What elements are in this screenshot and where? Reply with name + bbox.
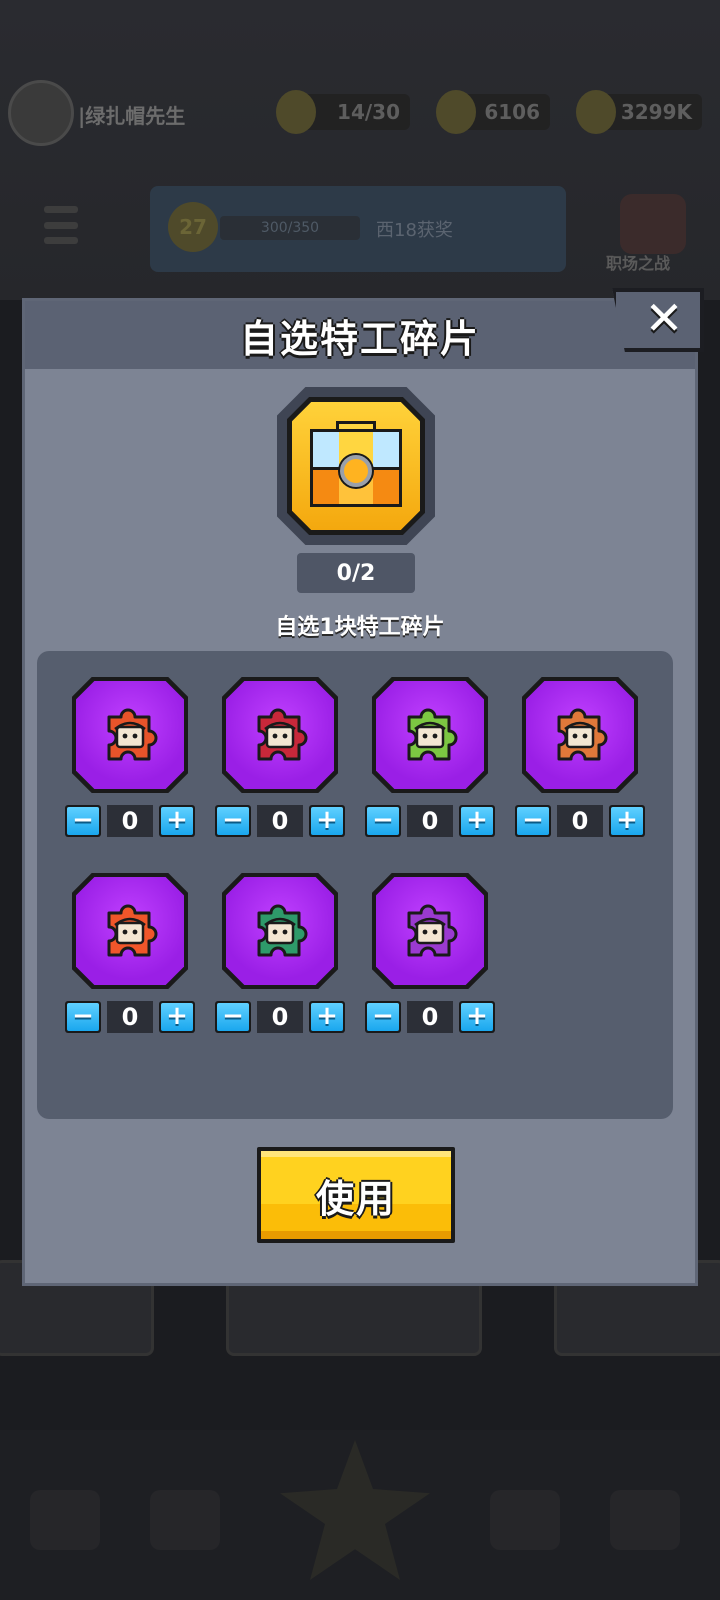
energy-icon: [276, 90, 316, 134]
quantity-stepper: − 0 +: [365, 805, 495, 837]
xp-bar: 300/350: [220, 216, 360, 240]
decrement-button[interactable]: −: [515, 805, 551, 837]
increment-button[interactable]: +: [159, 1001, 195, 1033]
quantity-value: 0: [257, 1001, 303, 1033]
dialog-header: 自选特工碎片: [25, 301, 695, 369]
close-button[interactable]: ✕: [612, 288, 704, 352]
quantity-value: 0: [407, 1001, 453, 1033]
coin-icon: [576, 90, 616, 134]
minus-icon: −: [367, 807, 399, 835]
close-icon: ✕: [644, 291, 684, 345]
quantity-value: 0: [257, 805, 303, 837]
menu-icon: [44, 206, 78, 244]
selection-progress: 0/2: [297, 553, 415, 593]
decrement-button[interactable]: −: [365, 805, 401, 837]
decrement-button[interactable]: −: [65, 805, 101, 837]
decrement-button[interactable]: −: [365, 1001, 401, 1033]
plus-icon: +: [311, 1003, 343, 1031]
quantity-stepper: − 0 +: [65, 805, 195, 837]
quantity-value: 0: [107, 1001, 153, 1033]
plus-icon: +: [161, 807, 193, 835]
energy-counter: 14/30: [276, 90, 410, 134]
minus-icon: −: [517, 807, 549, 835]
chest-lock-icon: [340, 455, 372, 487]
agent-puzzle-piece-icon: [407, 708, 458, 761]
dialog-title: 自选特工碎片: [239, 316, 480, 361]
fragment-card[interactable]: − 0 +: [65, 677, 195, 837]
level-badge: 27: [168, 202, 218, 252]
nav-item-1: [30, 1490, 100, 1550]
level-banner: 27 300/350 西18获奖: [150, 186, 566, 272]
agent-puzzle-piece-icon: [257, 708, 308, 761]
plus-icon: +: [461, 807, 493, 835]
select-fragment-dialog: 自选特工碎片 0/2 自选1块特工碎片 − 0 + − 0 + − 0 + − …: [22, 298, 698, 1286]
minus-icon: −: [67, 807, 99, 835]
fragment-card[interactable]: − 0 +: [515, 677, 645, 837]
increment-button[interactable]: +: [309, 1001, 345, 1033]
quantity-stepper: − 0 +: [215, 1001, 345, 1033]
decrement-button[interactable]: −: [65, 1001, 101, 1033]
quantity-stepper: − 0 +: [515, 805, 645, 837]
coin-counter: 3299K: [576, 90, 702, 134]
plus-icon: +: [311, 807, 343, 835]
quantity-stepper: − 0 +: [65, 1001, 195, 1033]
selection-instruction: 自选1块特工碎片: [275, 615, 445, 640]
increment-button[interactable]: +: [159, 805, 195, 837]
quantity-value: 0: [557, 805, 603, 837]
decrement-button[interactable]: −: [215, 805, 251, 837]
plus-icon: +: [161, 1003, 193, 1031]
minus-icon: −: [217, 807, 249, 835]
banner-text: 西18获奖: [376, 220, 453, 241]
minus-icon: −: [217, 1003, 249, 1031]
agent-puzzle-piece-icon: [107, 904, 158, 957]
fragment-card[interactable]: − 0 +: [365, 873, 495, 1033]
quantity-value: 0: [407, 805, 453, 837]
minus-icon: −: [67, 1003, 99, 1031]
increment-button[interactable]: +: [309, 805, 345, 837]
quantity-value: 0: [107, 805, 153, 837]
minus-icon: −: [367, 1003, 399, 1031]
agent-puzzle-piece-icon: [407, 904, 458, 957]
quantity-stepper: − 0 +: [215, 805, 345, 837]
increment-button[interactable]: +: [459, 805, 495, 837]
battle-label: 职场之战: [606, 254, 671, 273]
agent-puzzle-piece-icon: [107, 708, 158, 761]
fragment-card[interactable]: − 0 +: [365, 677, 495, 837]
plus-icon: +: [461, 1003, 493, 1031]
fragment-card[interactable]: − 0 +: [65, 873, 195, 1033]
agent-puzzle-piece-icon: [257, 904, 308, 957]
battle-icon: [620, 194, 686, 254]
nav-item-4: [490, 1490, 560, 1550]
nav-item-5: [610, 1490, 680, 1550]
increment-button[interactable]: +: [459, 1001, 495, 1033]
use-button-label: 使用: [315, 1176, 396, 1221]
increment-button[interactable]: +: [609, 805, 645, 837]
fragment-card[interactable]: − 0 +: [215, 873, 345, 1033]
fragment-grid: − 0 + − 0 + − 0 + − 0 + − 0 + − 0 + − 0 …: [37, 651, 673, 1119]
player-avatar: [8, 80, 74, 146]
plus-icon: +: [611, 807, 643, 835]
agent-puzzle-piece-icon: [557, 708, 608, 761]
use-button[interactable]: 使用: [257, 1147, 455, 1243]
quantity-stepper: − 0 +: [365, 1001, 495, 1033]
fragment-card[interactable]: − 0 +: [215, 677, 345, 837]
treasure-chest-icon: [310, 421, 402, 513]
gem-counter: 6106: [436, 90, 550, 134]
player-name: |绿扎帽先生: [78, 104, 186, 128]
nav-item-2: [150, 1490, 220, 1550]
decrement-button[interactable]: −: [215, 1001, 251, 1033]
gem-icon: [436, 90, 476, 134]
